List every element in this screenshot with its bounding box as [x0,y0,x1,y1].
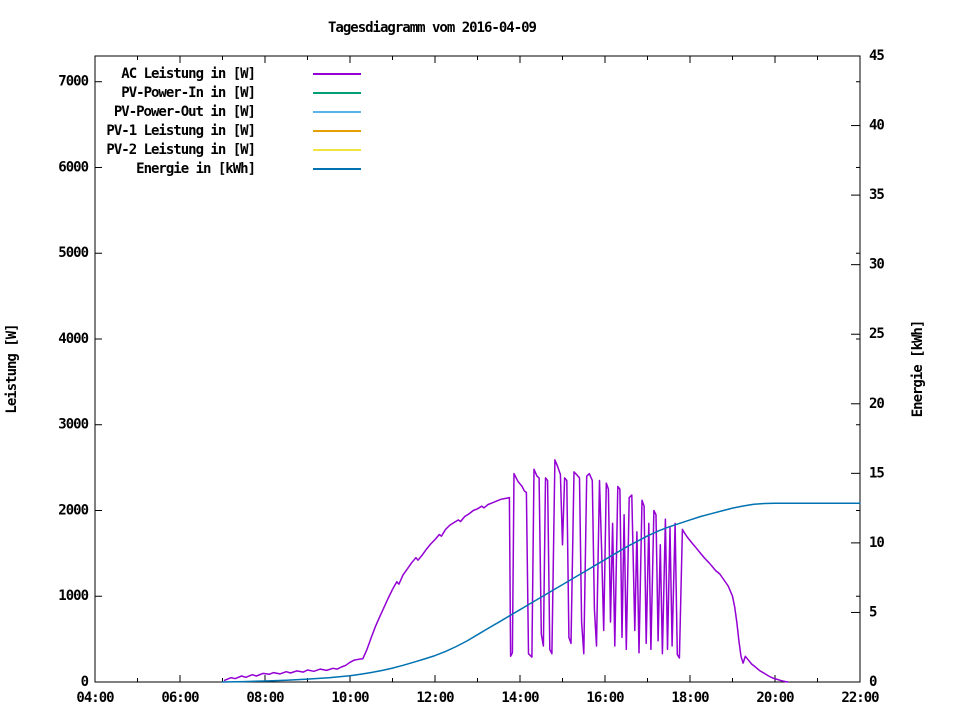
y-axis-tick-label: 1000 [58,588,88,604]
y2-axis-tick-label: 30 [869,257,884,273]
y-axis-tick-label: 0 [81,674,89,690]
x-axis-tick-label: 12:00 [416,690,454,706]
y-axis-tick-label: 5000 [58,245,88,261]
legend-label: Energie in [kWh] [136,161,255,177]
x-axis-tick-label: 22:00 [841,690,879,706]
x-axis-tick-label: 04:00 [76,690,114,706]
legend-label: PV-1 Leistung in [W] [106,123,255,139]
chart-title: Tagesdiagramm vom 2016-04-09 [328,20,537,36]
y-axis-tick-label: 2000 [58,502,88,518]
y2-axis-tick-label: 15 [869,465,884,481]
y-axis-tick-label: 3000 [58,417,88,433]
y2-axis-tick-label: 5 [869,604,877,620]
y2-axis-tick-label: 45 [869,48,884,64]
legend-label: PV-2 Leistung in [W] [106,142,255,158]
y2-axis-tick-label: 35 [869,187,884,203]
legend-label: AC Leistung in [W] [121,66,255,82]
x-axis-tick-label: 10:00 [331,690,369,706]
legend-label: PV-Power-In in [W] [121,85,255,101]
y2-axis-tick-label: 20 [869,396,884,412]
y-axis-tick-label: 6000 [58,159,88,175]
y-axis-label: Leistung [W] [4,324,20,413]
x-axis-tick-label: 14:00 [501,690,539,706]
y-axis-tick-label: 4000 [58,331,88,347]
y2-axis-tick-label: 10 [869,535,884,551]
y2-axis-tick-label: 25 [869,326,884,342]
x-axis-tick-label: 16:00 [586,690,624,706]
y2-axis-label: Energie [kWh] [910,321,926,418]
y-axis-tick-label: 7000 [58,74,88,90]
legend-label: PV-Power-Out in [W] [114,104,255,120]
y2-axis-tick-label: 40 [869,118,884,134]
series-ac-leistung-in-w- [225,460,788,682]
y2-axis-tick-label: 0 [869,674,877,690]
tagesdiagramm-page: Tagesdiagramm vom 2016-04-09 Leistung [W… [0,0,960,720]
x-axis-tick-label: 18:00 [671,690,709,706]
x-axis-tick-label: 20:00 [756,690,794,706]
pv-daily-chart: Tagesdiagramm vom 2016-04-09 Leistung [W… [0,0,960,720]
plot-area: 04:00 06:00 08:00 10:00 12:00 14:00 16:00 18:00… [58,48,884,706]
x-axis-tick-label: 06:00 [161,690,199,706]
x-axis-tick-label: 08:00 [246,690,284,706]
